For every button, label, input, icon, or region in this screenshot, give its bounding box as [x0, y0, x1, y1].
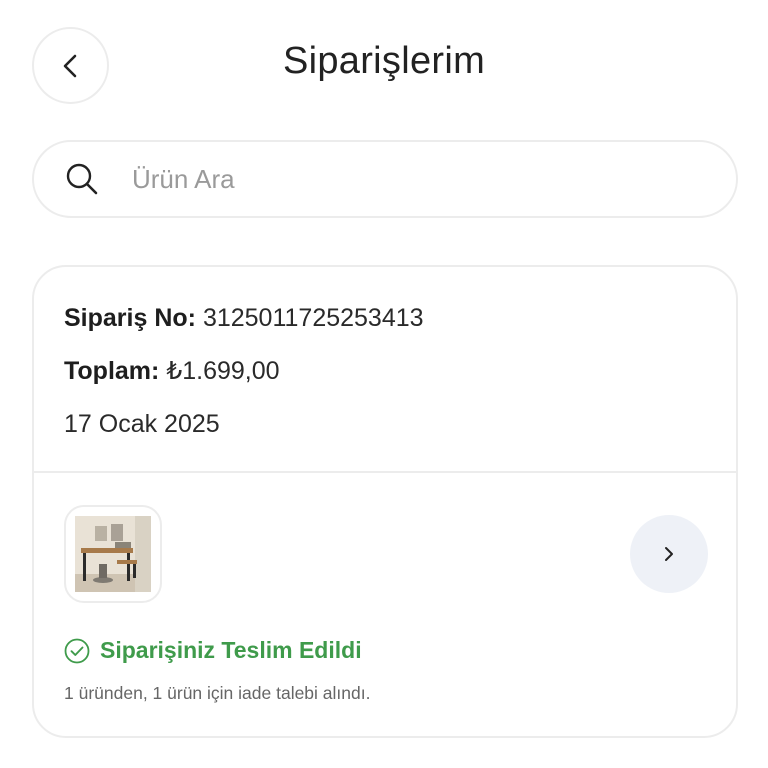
search-icon: [64, 161, 100, 197]
product-image: [75, 516, 151, 592]
order-detail-button[interactable]: [630, 515, 708, 593]
status-text: Siparişiniz Teslim Edildi: [100, 637, 362, 663]
order-number-value: 3125011725253413: [202, 304, 424, 332]
order-card[interactable]: Sipariş No: 3125011725253413 Toplam: ₺1.…: [32, 265, 738, 738]
order-total-value: ₺1.699,00: [166, 357, 280, 385]
order-number-row: Sipariş No: 3125011725253413: [64, 301, 424, 354]
order-total-label: Toplam:: [64, 357, 160, 385]
divider: [34, 471, 736, 473]
order-date: 17 Ocak 2025: [64, 410, 220, 438]
chevron-right-icon: [660, 545, 678, 563]
order-status: Siparişiniz Teslim Edildi: [64, 637, 362, 664]
search-bar[interactable]: [32, 140, 738, 218]
page-title: Siparişlerim: [282, 40, 486, 82]
orders-page: Siparişlerim Sipariş No: 312501172525341…: [0, 0, 768, 768]
return-note: 1 üründen, 1 ürün için iade talebi alınd…: [64, 683, 371, 703]
check-circle-icon: [64, 638, 90, 664]
search-input[interactable]: [132, 163, 692, 195]
order-info: Sipariş No: 3125011725253413 Toplam: ₺1.…: [64, 301, 424, 460]
order-number-label: Sipariş No:: [64, 304, 196, 332]
product-thumbnail[interactable]: [64, 505, 162, 603]
order-total-row: Toplam: ₺1.699,00: [64, 354, 424, 407]
